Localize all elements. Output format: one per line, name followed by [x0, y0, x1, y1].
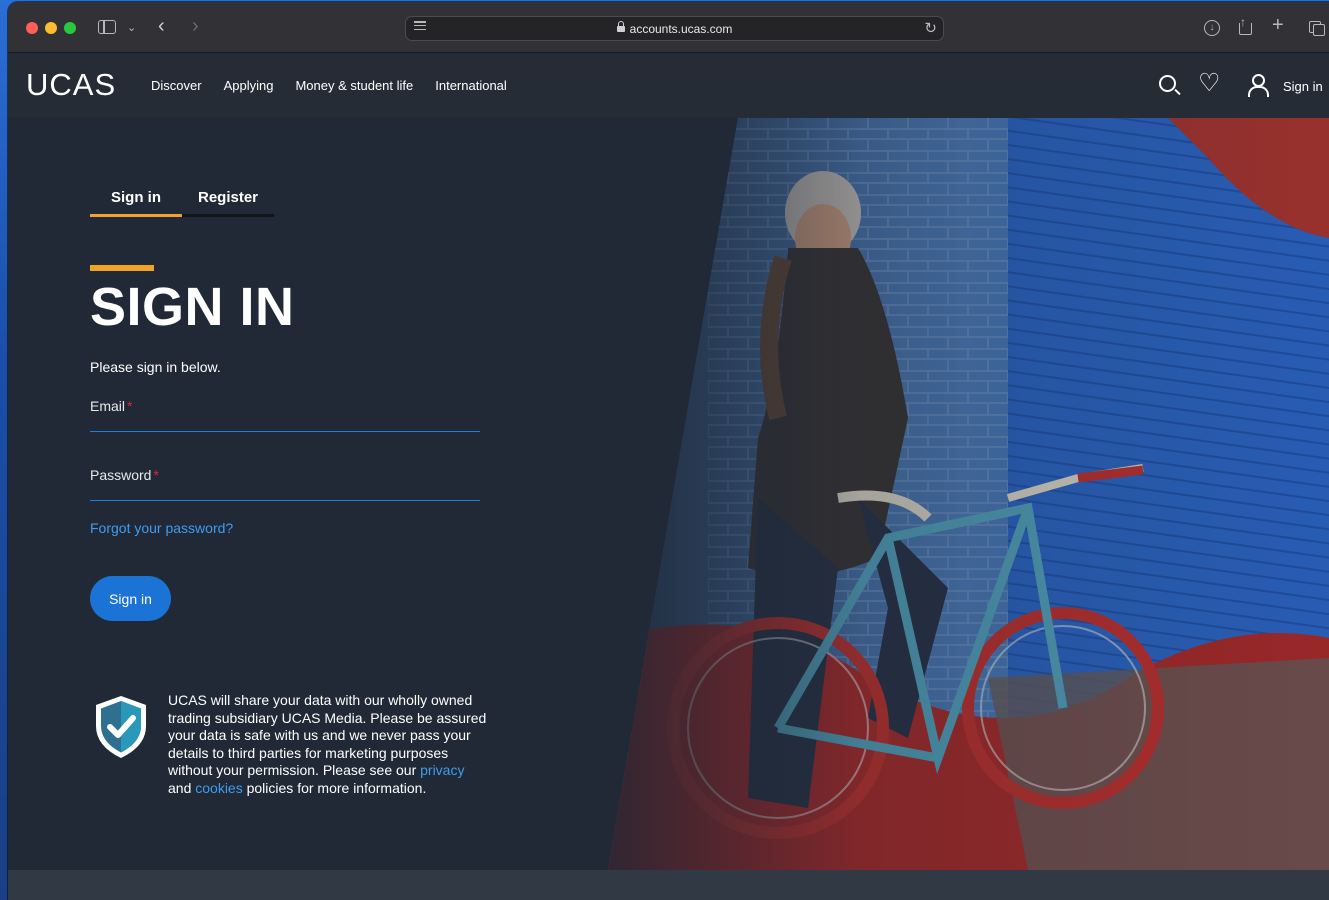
- zoom-window-button[interactable]: [64, 22, 76, 34]
- heart-icon[interactable]: ♡: [1198, 69, 1220, 97]
- main-content: Sign in Register SIGN IN Please sign in …: [8, 118, 1329, 870]
- page-title: SIGN IN: [90, 277, 295, 337]
- tab-signin[interactable]: Sign in: [90, 187, 182, 217]
- chevron-down-icon[interactable]: ⌄: [127, 20, 136, 36]
- tab-overview-icon-back[interactable]: [1313, 24, 1325, 36]
- nav-discover[interactable]: Discover: [151, 78, 202, 93]
- privacy-notice: UCAS will share your data with our wholl…: [90, 690, 490, 818]
- forward-button[interactable]: ›: [192, 16, 199, 36]
- user-icon[interactable]: [1248, 74, 1269, 97]
- share-arrow-icon[interactable]: ↑: [1240, 15, 1246, 29]
- address-bar[interactable]: accounts.ucas.com ↻: [405, 16, 944, 41]
- auth-tabs: Sign in Register: [90, 187, 274, 217]
- main-nav: Discover Applying Money & student life I…: [151, 78, 507, 93]
- bottom-bar: [8, 870, 1329, 900]
- cookies-link[interactable]: cookies: [195, 780, 242, 796]
- shield-check-icon: [96, 696, 146, 758]
- ucas-logo[interactable]: UCAS: [26, 67, 116, 103]
- url-text: accounts.ucas.com: [629, 21, 733, 36]
- forgot-password-link[interactable]: Forgot your password?: [90, 520, 233, 536]
- password-field-group: Password *: [90, 467, 480, 501]
- download-icon[interactable]: ↓: [1204, 20, 1220, 36]
- title-accent-bar: [90, 265, 154, 271]
- close-window-button[interactable]: [26, 22, 38, 34]
- minimize-window-button[interactable]: [45, 22, 57, 34]
- header-signin-link[interactable]: Sign in: [1283, 79, 1323, 94]
- search-icon[interactable]: [1159, 75, 1176, 92]
- password-input[interactable]: [90, 480, 480, 500]
- signin-button[interactable]: Sign in: [90, 576, 171, 621]
- intro-text: Please sign in below.: [90, 359, 221, 375]
- back-button[interactable]: ‹: [158, 16, 165, 36]
- browser-window: ⌄ ‹ › accounts.ucas.com ↻ ↓ ↑ + UCAS Dis…: [8, 2, 1329, 900]
- nav-international[interactable]: International: [435, 78, 507, 93]
- browser-toolbar: ⌄ ‹ › accounts.ucas.com ↻ ↓ ↑ +: [8, 2, 1329, 53]
- sidebar-toggle-icon[interactable]: [98, 20, 116, 34]
- lock-icon: [616, 20, 625, 35]
- hero-image: [608, 118, 1329, 870]
- reload-icon[interactable]: ↻: [924, 19, 937, 37]
- tab-register[interactable]: Register: [182, 187, 274, 217]
- privacy-text: UCAS will share your data with our wholl…: [168, 692, 487, 796]
- nav-money-student-life[interactable]: Money & student life: [295, 78, 413, 93]
- new-tab-icon[interactable]: +: [1272, 15, 1284, 35]
- hero-photo: [608, 118, 1329, 870]
- privacy-link[interactable]: privacy: [420, 762, 464, 778]
- site-header: UCAS Discover Applying Money & student l…: [8, 54, 1329, 118]
- email-field-group: Email *: [90, 398, 480, 432]
- nav-applying[interactable]: Applying: [224, 78, 274, 93]
- email-input[interactable]: [90, 411, 480, 431]
